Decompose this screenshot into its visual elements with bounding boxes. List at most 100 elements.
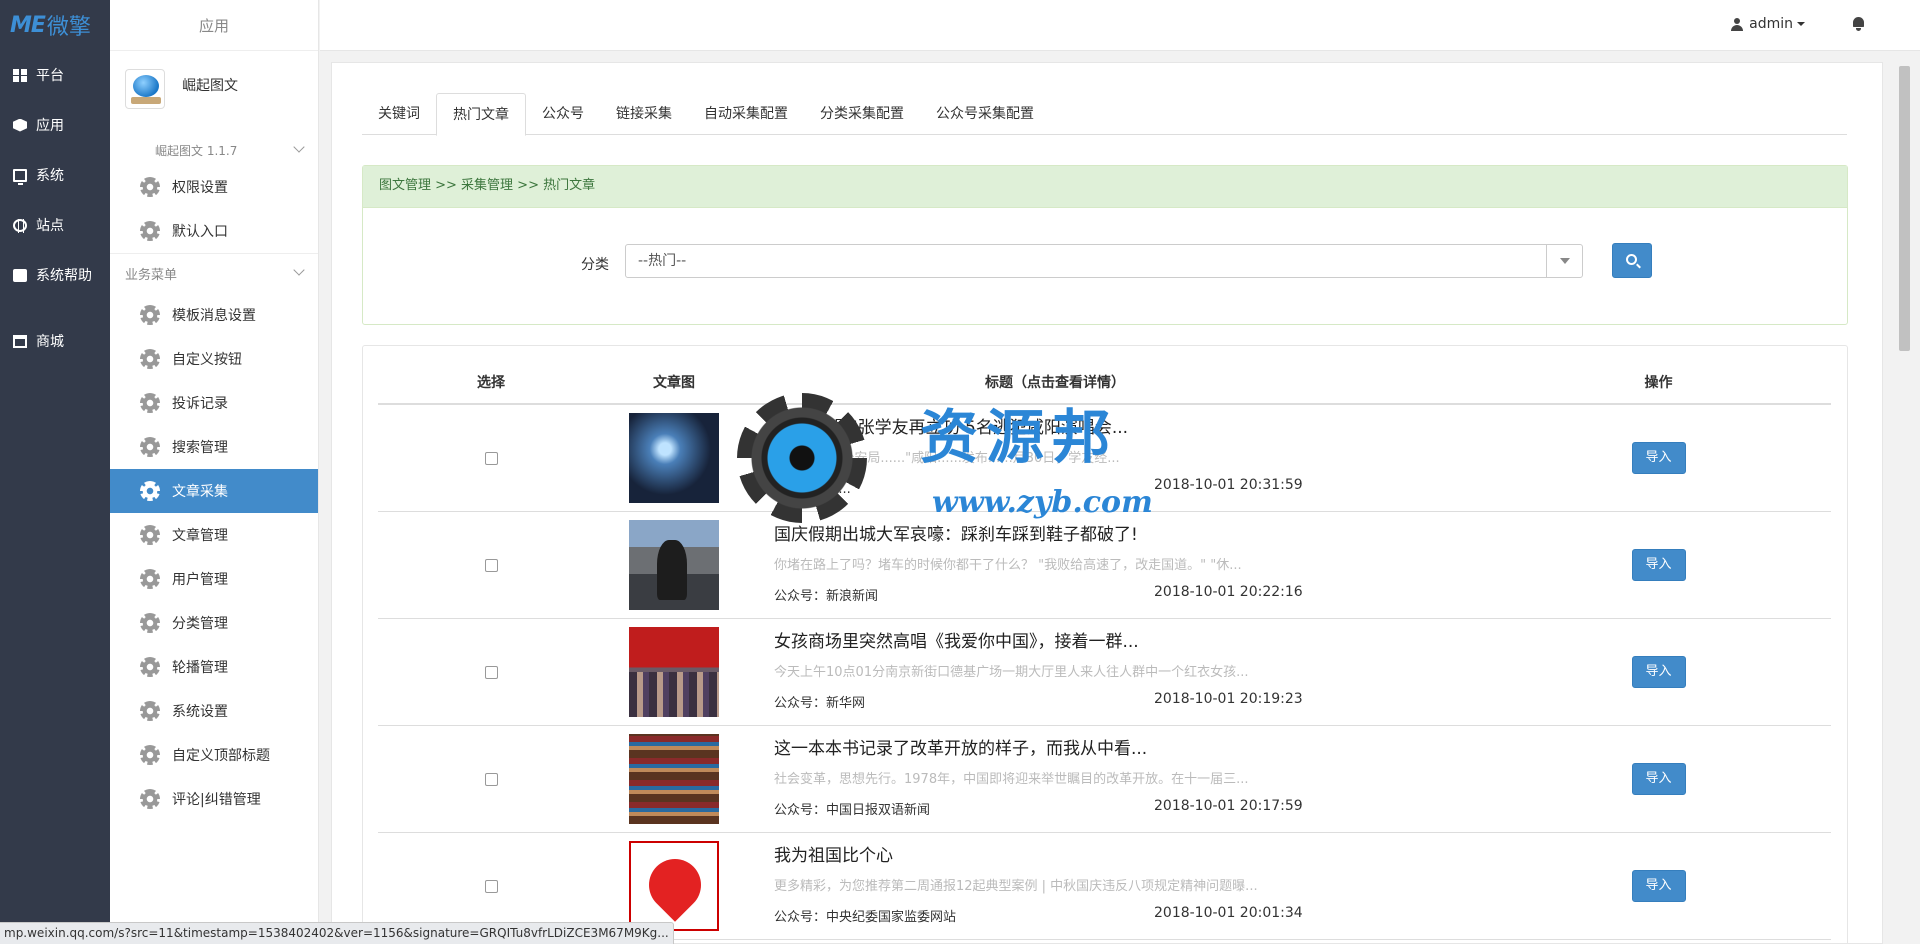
article-title-link[interactable]: 国庆假期出城大军哀嚎：踩刹车踩到鞋子都破了! xyxy=(774,520,1138,545)
sidebar-item-article-collect[interactable]: 文章采集 xyxy=(110,469,318,513)
sidebar-item-label: 用户管理 xyxy=(172,572,228,588)
category-selected-value: --热门-- xyxy=(638,253,687,269)
search-button[interactable] xyxy=(1612,243,1652,278)
table-row: "逃犯克星"张学友再立功 5名逃犯咸阳演唱会... 今年1......5公安局.… xyxy=(378,405,1831,512)
article-thumbnail[interactable] xyxy=(629,734,719,824)
sidebar-item-custom-title[interactable]: 自定义顶部标题 xyxy=(110,733,318,777)
article-thumbnail[interactable] xyxy=(629,520,719,610)
article-thumbnail[interactable] xyxy=(629,841,719,931)
article-table: 选择 文章图 标题（点击查看详情） 操作 "逃犯克星"张学友再立功 5名逃犯咸阳… xyxy=(378,361,1831,940)
table-header: 选择 文章图 标题（点击查看详情） 操作 xyxy=(378,361,1831,405)
nav-item-system[interactable]: 系统 xyxy=(0,150,110,200)
gear-icon xyxy=(140,745,160,765)
tab-hot-articles[interactable]: 热门文章 xyxy=(436,93,526,136)
article-publisher: 公众号：...... xyxy=(774,482,851,497)
nav-label: 站点 xyxy=(36,218,64,234)
category-label: 分类 xyxy=(581,257,609,273)
sidebar-item-comments-mgmt[interactable]: 评论|纠错管理 xyxy=(110,777,318,821)
sidebar-item-label: 评论|纠错管理 xyxy=(172,792,261,808)
nav-label: 系统 xyxy=(36,168,64,184)
nav-item-store[interactable]: 商城 xyxy=(0,316,110,366)
logo-cn: 微擎 xyxy=(46,15,91,40)
article-title-link[interactable]: "逃犯克星"张学友再立功 5名逃犯咸阳演唱会... xyxy=(774,413,1128,438)
import-button[interactable]: 导入 xyxy=(1631,870,1686,902)
sidebar-item-carousel-mgmt[interactable]: 轮播管理 xyxy=(110,645,318,689)
sidebar-item-label: 投诉记录 xyxy=(172,396,228,412)
breadcrumb: 图文管理 >> 采集管理 >> 热门文章 xyxy=(363,166,1847,208)
article-desc: 今年1......5公安局......"咸阳......发布......月30日… xyxy=(774,451,1120,466)
scrollbar-thumb[interactable] xyxy=(1899,66,1910,351)
tab-link-collect[interactable]: 链接采集 xyxy=(600,93,688,135)
import-button[interactable]: 导入 xyxy=(1631,442,1686,474)
module-name: 崛起图文 xyxy=(182,78,238,94)
article-desc: 你堵在路上了吗？堵车的时候你都干了什么？ "我败给高速了，改走国道。" "休..… xyxy=(774,558,1242,573)
import-button[interactable]: 导入 xyxy=(1631,656,1686,688)
module-logo xyxy=(125,69,165,109)
caret-down-icon xyxy=(1797,22,1805,26)
row-checkbox[interactable] xyxy=(484,665,498,679)
nav-item-help[interactable]: 系统帮助 xyxy=(0,250,110,300)
import-button[interactable]: 导入 xyxy=(1631,549,1686,581)
gear-icon xyxy=(140,221,160,241)
cube-icon xyxy=(13,118,27,132)
category-select[interactable]: --热门-- xyxy=(625,244,1583,278)
nav-label: 系统帮助 xyxy=(36,268,92,284)
import-button[interactable]: 导入 xyxy=(1631,763,1686,795)
article-time: 2018-10-01 20:19:23 xyxy=(1154,691,1303,707)
sidebar-item-label: 文章管理 xyxy=(172,528,228,544)
article-thumbnail[interactable] xyxy=(629,627,719,717)
sidebar-item-custom-button[interactable]: 自定义按钮 xyxy=(110,337,318,381)
tab-keywords[interactable]: 关键词 xyxy=(362,93,436,135)
sidebar-item-label: 权限设置 xyxy=(172,180,228,196)
article-title-link[interactable]: 女孩商场里突然高唱《我爱你中国》，接着一群... xyxy=(774,627,1139,652)
sidebar-item-user-mgmt[interactable]: 用户管理 xyxy=(110,557,318,601)
section-business-menu[interactable]: 业务菜单 xyxy=(110,253,318,293)
nav-item-site[interactable]: 站点 xyxy=(0,200,110,250)
sidebar-item-category-mgmt[interactable]: 分类管理 xyxy=(110,601,318,645)
row-checkbox[interactable] xyxy=(484,451,498,465)
sidebar-item-permissions[interactable]: 权限设置 xyxy=(110,165,318,209)
help-icon xyxy=(13,268,27,282)
brand-logo[interactable]: ME 微擎 xyxy=(0,0,110,50)
sidebar-item-template-msg[interactable]: 模板消息设置 xyxy=(110,293,318,337)
logo-latin: ME xyxy=(10,12,46,38)
filter-panel: 图文管理 >> 采集管理 >> 热门文章 分类 --热门-- xyxy=(362,165,1848,325)
top-bar: admin xyxy=(320,0,1920,51)
module-version-toggle[interactable]: 崛起图文 1.1.7 xyxy=(110,135,318,165)
tab-account-collect-config[interactable]: 公众号采集配置 xyxy=(920,93,1050,135)
article-desc: 今天上午10点01分南京新街口德基广场一期大厅里人来人往人群中一个红衣女孩... xyxy=(774,665,1249,680)
tab-category-collect-config[interactable]: 分类采集配置 xyxy=(804,93,920,135)
sidebar-item-article-mgmt[interactable]: 文章管理 xyxy=(110,513,318,557)
sidebar-header: 应用 xyxy=(110,0,318,51)
article-thumbnail[interactable] xyxy=(629,413,719,503)
module-card[interactable]: 崛起图文 xyxy=(110,51,318,135)
gear-icon xyxy=(140,525,160,545)
tab-auto-collect-config[interactable]: 自动采集配置 xyxy=(688,93,804,135)
tab-official-accounts[interactable]: 公众号 xyxy=(526,93,600,135)
article-title-link[interactable]: 这一本本书记录了改革开放的样子，而我从中看... xyxy=(774,734,1147,759)
globe-icon xyxy=(13,218,27,233)
sidebar-item-complaints[interactable]: 投诉记录 xyxy=(110,381,318,425)
chevron-down-icon xyxy=(293,264,305,276)
nav-item-apps[interactable]: 应用 xyxy=(0,100,110,150)
gear-icon xyxy=(140,349,160,369)
nav-label: 应用 xyxy=(36,118,64,134)
row-checkbox[interactable] xyxy=(484,772,498,786)
sidebar-item-system-settings[interactable]: 系统设置 xyxy=(110,689,318,733)
article-title-link[interactable]: 我为祖国比个心 xyxy=(774,841,893,866)
row-checkbox[interactable] xyxy=(484,879,498,893)
sidebar-item-default-entry[interactable]: 默认入口 xyxy=(110,209,318,253)
row-checkbox[interactable] xyxy=(484,558,498,572)
sidebar-item-label: 分类管理 xyxy=(172,616,228,632)
username: admin xyxy=(1749,16,1793,32)
chevron-down-icon[interactable] xyxy=(1546,245,1582,277)
nav-item-platform[interactable]: 平台 xyxy=(0,50,110,100)
user-menu[interactable]: admin xyxy=(1731,16,1805,32)
article-time: 2018-10-01 20:22:16 xyxy=(1154,584,1303,600)
gear-icon xyxy=(140,701,160,721)
sidebar-item-search-mgmt[interactable]: 搜索管理 xyxy=(110,425,318,469)
article-publisher: 公众号：中国日报双语新闻 xyxy=(774,803,931,818)
page-scrollbar[interactable] xyxy=(1890,51,1920,944)
article-publisher: 公众号：新华网 xyxy=(774,696,866,711)
bell-icon[interactable] xyxy=(1852,17,1865,31)
